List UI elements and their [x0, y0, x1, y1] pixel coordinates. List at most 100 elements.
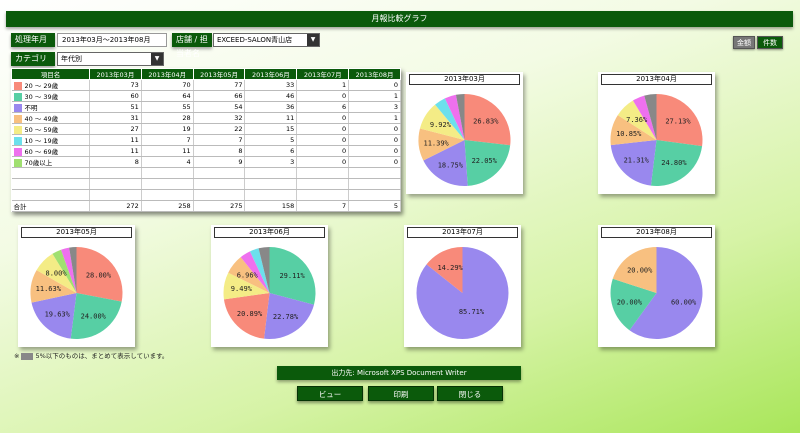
table-cell: 32: [193, 112, 246, 124]
table-cell: [89, 189, 142, 201]
chart-title: 2013年05月: [21, 227, 132, 238]
table-row: 60 ～ 69歳 11 11 8 6 0 0: [11, 145, 401, 157]
pie-chart: 60.00% 20.00% 20.00%: [610, 247, 703, 339]
table-cell: 1: [348, 112, 401, 124]
row-name: 30 ～ 39歳: [24, 93, 59, 101]
slice-label: 20.00%: [617, 298, 643, 306]
table-cell: 15: [244, 123, 298, 135]
chart-title: 2013年06月: [214, 227, 325, 238]
table-row: 40 ～ 49歳 31 28 32 11 0 1: [11, 112, 401, 124]
row-name-cell: [11, 167, 90, 179]
table-cell: 0: [348, 79, 401, 91]
row-name-cell: 20 ～ 29歳: [11, 79, 90, 91]
table-cell: 0: [296, 90, 350, 102]
table-cell: 46: [244, 90, 298, 102]
table-cell: 272: [89, 200, 142, 212]
table-cell: [348, 167, 401, 179]
row-name: 不明: [24, 104, 38, 112]
category-select[interactable]: 年代別 ▼: [57, 52, 164, 66]
table-cell: 36: [244, 101, 298, 113]
table-cell: 0: [296, 145, 350, 157]
table-cell: 27: [89, 123, 142, 135]
table-cell: 33: [244, 79, 298, 91]
table-cell: [296, 189, 350, 201]
toggle-count[interactable]: 件数: [757, 36, 783, 49]
table-header: 2013年03月: [89, 68, 142, 80]
table-row: 70歳以上 8 4 9 3 0 0: [11, 156, 401, 168]
table-cell: 4: [141, 156, 194, 168]
slice-label: 24.80%: [661, 159, 687, 167]
table-cell: 60: [89, 90, 142, 102]
table-cell: 275: [193, 200, 246, 212]
slice-label: 26.83%: [473, 118, 499, 126]
other-swatch: [21, 352, 34, 360]
row-name-cell: [11, 178, 90, 190]
legend-swatch: [13, 159, 22, 167]
chart-title: 2013年04月: [601, 74, 712, 85]
output-destination[interactable]: 出力先: Microsoft XPS Document Writer: [277, 366, 521, 380]
print-button[interactable]: 印刷: [368, 386, 434, 401]
table-cell: 19: [141, 123, 194, 135]
row-name-cell: 60 ～ 69歳: [11, 145, 90, 157]
chevron-down-icon[interactable]: ▼: [151, 53, 163, 65]
table-cell: 9: [193, 156, 246, 168]
pie-chart-card: 85.71% 14.29% 2013年07月: [404, 225, 521, 347]
pie-chart: 26.83% 22.05% 18.75% 11.39% 9.92%: [418, 94, 511, 186]
table-row: 10 ～ 19歳 11 7 7 5 0 0: [11, 134, 401, 146]
table-header: 2013年06月: [244, 68, 298, 80]
slice-label: 8.00%: [45, 270, 67, 278]
table-cell: 51: [89, 101, 142, 113]
slice-label: 27.13%: [665, 118, 691, 126]
table-cell: 0: [348, 134, 401, 146]
window-title-bar: 月報比較グラフ: [6, 11, 793, 27]
pie-chart: 85.71% 14.29%: [416, 247, 509, 339]
table-cell: [244, 189, 298, 201]
chart-title: 2013年03月: [409, 74, 520, 85]
legend-swatch: [13, 126, 22, 134]
table-cell: [193, 178, 246, 190]
legend-swatch: [13, 137, 22, 145]
store-select[interactable]: EXCEED-SALON青山店 ▼: [213, 33, 320, 47]
table-cell: 31: [89, 112, 142, 124]
table-header-row: 項目名 2013年03月 2013年04月 2013年05月 2013年06月 …: [11, 68, 401, 80]
table-cell: 0: [296, 123, 350, 135]
table-cell: [296, 167, 350, 179]
toggle-amount[interactable]: 金額: [733, 36, 755, 49]
table-row: [11, 167, 401, 179]
table-cell: 5: [244, 134, 298, 146]
slice-label: 11.63%: [36, 285, 62, 293]
store-label: 店舗 / 担当者名: [172, 33, 212, 58]
table-cell: [348, 189, 401, 201]
pie-chart-card: 29.11% 22.78% 20.89% 9.49% 6.96% 2013年06月: [211, 225, 328, 347]
table-cell: [244, 178, 298, 190]
table-cell: 11: [141, 145, 194, 157]
chart-title: 2013年08月: [601, 227, 712, 238]
table-cell: 7: [141, 134, 194, 146]
table-cell: [141, 167, 194, 179]
chevron-down-icon[interactable]: ▼: [307, 34, 319, 46]
view-button[interactable]: ビュー: [297, 386, 363, 401]
row-name-cell: 30 ～ 39歳: [11, 90, 90, 102]
table-cell: 158: [244, 200, 298, 212]
slice-label: 22.05%: [472, 157, 498, 165]
table-cell: 258: [141, 200, 194, 212]
table-cell: 1: [348, 90, 401, 102]
slice-label: 6.96%: [237, 272, 259, 280]
table-cell: 0: [296, 156, 350, 168]
row-name-cell: [11, 189, 90, 201]
slice-label: 24.00%: [81, 313, 107, 321]
table-row: 20 ～ 29歳 73 70 77 33 1 0: [11, 79, 401, 91]
slice-label: 20.00%: [627, 266, 653, 274]
table-cell: [244, 167, 298, 179]
slice-label: 11.39%: [423, 139, 449, 147]
table-cell: 3: [348, 101, 401, 113]
pie-chart: 28.00% 24.00% 19.63% 11.63% 8.00%: [30, 247, 123, 339]
period-field[interactable]: 2013年03月～2013年08月: [57, 33, 167, 47]
period-label: 処理年月: [11, 33, 55, 47]
table-cell: 0: [348, 123, 401, 135]
legend-swatch: [13, 104, 22, 112]
close-button[interactable]: 閉じる: [437, 386, 503, 401]
table-cell: 28: [141, 112, 194, 124]
chart-title: 2013年07月: [407, 227, 518, 238]
table-header: 2013年04月: [140, 68, 194, 80]
